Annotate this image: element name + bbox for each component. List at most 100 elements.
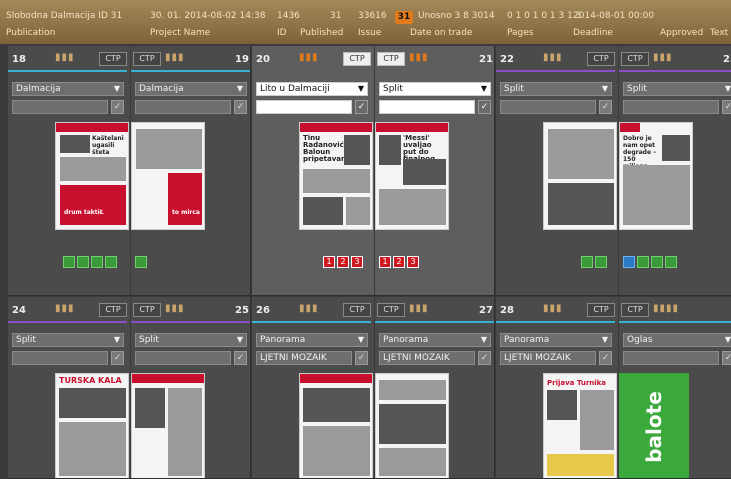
section-dropdown[interactable]: Split ▼ [623,82,731,96]
page-thumbnail[interactable]: Prijava Turnika [543,373,617,478]
spread-28-29[interactable]: 28 ▮▮▮ CTP Panorama ▼ LJETNI MOZAIK ✓ Pri… [496,297,731,479]
section-dropdown[interactable]: Split ▼ [12,333,124,347]
approve-checkbox[interactable]: ✓ [111,351,124,365]
dropdown-value: Panorama [383,335,429,345]
spread-20-21[interactable]: 20 ▮▮▮ CTP Lito u Dalmaciji ▼ ✓ Tinu Rada… [252,46,495,296]
spread-24-25[interactable]: 24 ▮▮▮ CTP Split ▼ ✓ TURSKA KALA CTP ▮▮▮ … [8,297,251,479]
page-slot-21[interactable]: CTP ▮▮▮ 21 Split ▼ ✓ 'Messi' uvaljao put … [374,46,494,295]
ctp-button[interactable]: CTP [99,52,127,66]
page-thumbnail[interactable] [375,373,449,478]
page-thumbnail[interactable] [299,373,373,478]
page-thumbnail[interactable]: 'Messi' uvaljao put do finalnog ogleda [375,122,449,230]
page-slot-20[interactable]: 20 ▮▮▮ CTP Lito u Dalmaciji ▼ ✓ Tinu Rada… [252,46,373,295]
subsection-field[interactable] [12,100,108,114]
page-version-3[interactable]: 3 [351,256,363,268]
page-slot-26[interactable]: 26 ▮▮▮ CTP Panorama ▼ LJETNI MOZAIK ✓ [252,297,373,478]
approve-checkbox[interactable]: ✓ [355,351,368,365]
ctp-button[interactable]: CTP [377,303,405,317]
page-version-2[interactable]: 2 [337,256,349,268]
page-version-1[interactable]: 1 [323,256,335,268]
chevron-down-icon: ▼ [601,335,608,344]
ctp-button[interactable]: CTP [99,303,127,317]
subsection-field[interactable] [256,100,352,114]
page-version-3[interactable]: 3 [407,256,419,268]
ctp-button[interactable]: CTP [133,303,161,317]
approve-checkbox[interactable]: ✓ [355,100,368,114]
spread-22-23[interactable]: 22 ▮▮▮ CTP Split ▼ ✓ CTP ▮▮▮ 23 Split ▼ ✓ [496,46,731,296]
section-dropdown[interactable]: Split ▼ [379,82,491,96]
spread-26-27[interactable]: 26 ▮▮▮ CTP Panorama ▼ LJETNI MOZAIK ✓ CTP… [252,297,495,479]
masthead [300,374,372,383]
chevron-down-icon: ▼ [480,84,487,93]
subsection-field[interactable] [623,351,719,365]
section-dropdown[interactable]: Lito u Dalmaciji ▼ [256,82,368,96]
section-dropdown[interactable]: Panorama ▼ [500,333,612,347]
section-dropdown[interactable]: Dalmacija ▼ [135,82,247,96]
approve-checkbox[interactable]: ✓ [722,351,731,365]
page-thumbnail[interactable]: to mirca [131,122,205,230]
approve-checkbox[interactable]: ✓ [234,351,247,365]
page-slot-22[interactable]: 22 ▮▮▮ CTP Split ▼ ✓ [496,46,617,295]
file-status-icons: ▮▮▮ [653,52,673,63]
subsection-field[interactable]: LJETNI MOZAIK [256,351,352,365]
page-slot-25[interactable]: CTP ▮▮▮ 25 Split ▼ ✓ [130,297,250,478]
approve-checkbox[interactable]: ✓ [599,100,612,114]
full-page-ad[interactable]: balote [619,373,689,478]
published-value: 31 [330,11,342,21]
approve-checkbox[interactable]: ✓ [478,351,491,365]
page-thumbnail[interactable] [543,122,617,230]
subsection-field[interactable] [12,351,108,365]
page-number: 21 [479,54,493,65]
subsection-field[interactable] [379,100,475,114]
spread-18-19[interactable]: 18 ▮▮▮ CTP Dalmacija ▼ ✓ Kaštelani ugasil… [8,46,251,296]
section-color-bar [131,321,250,323]
page-version-2[interactable]: 2 [393,256,405,268]
section-dropdown[interactable]: Oglas ▼ [623,333,731,347]
approve-checkbox[interactable]: ✓ [599,351,612,365]
page-thumbnail[interactable]: TURSKA KALA [55,373,129,478]
dropdown-value: Split [16,335,36,345]
section-dropdown[interactable]: Dalmacija ▼ [12,82,124,96]
file-status-icons: ▮▮▮ [55,303,75,314]
approve-checkbox[interactable]: ✓ [478,100,491,114]
ctp-button[interactable]: CTP [621,303,649,317]
subsection-field[interactable]: LJETNI MOZAIK [500,351,596,365]
dropdown-value: Split [383,84,403,94]
page-slot-28[interactable]: 28 ▮▮▮ CTP Panorama ▼ LJETNI MOZAIK ✓ Pri… [496,297,617,478]
ctp-button[interactable]: CTP [621,52,649,66]
subsection-field[interactable] [135,351,231,365]
ctp-button[interactable]: CTP [343,52,371,66]
page-slot-19[interactable]: CTP ▮▮▮ 19 Dalmacija ▼ ✓ to mirca [130,46,250,295]
dropdown-value: Dalmacija [16,84,61,94]
ctp-button[interactable]: CTP [133,52,161,66]
page-slot-23[interactable]: CTP ▮▮▮ 23 Split ▼ ✓ Dobro je nam opet de… [618,46,731,295]
subsection-field[interactable]: LJETNI MOZAIK [379,351,475,365]
page-slot-29[interactable]: CTP ▮▮▮▮ Oglas ▼ ✓ balote [618,297,731,478]
approve-checkbox[interactable]: ✓ [722,100,731,114]
section-dropdown[interactable]: Split ▼ [135,333,247,347]
section-dropdown[interactable]: Split ▼ [500,82,612,96]
page-slot-18[interactable]: 18 ▮▮▮ CTP Dalmacija ▼ ✓ Kaštelani ugasil… [8,46,129,295]
page-thumbnail[interactable]: Dobro je nam opet degrade – 150 miliona … [619,122,693,230]
page-thumbnail[interactable] [131,373,205,478]
text-block [379,380,446,400]
page-slot-27[interactable]: CTP ▮▮▮ 27 Panorama ▼ LJETNI MOZAIK ✓ [374,297,494,478]
subsection-field[interactable] [623,100,719,114]
approve-checkbox[interactable]: ✓ [111,100,124,114]
page-thumbnail[interactable]: Kaštelani ugasili šteta drum taktiŁ [55,122,129,230]
ctp-button[interactable]: CTP [343,303,371,317]
status-square [105,256,117,268]
section-dropdown[interactable]: Panorama ▼ [256,333,368,347]
ctp-button[interactable]: CTP [377,52,405,66]
text-block [303,426,370,476]
page-thumbnail[interactable]: Tinu Radanoviću Baloun pripetavanje [299,122,373,230]
photo-block [379,404,446,444]
page-slot-24[interactable]: 24 ▮▮▮ CTP Split ▼ ✓ TURSKA KALA [8,297,129,478]
ctp-button[interactable]: CTP [587,303,615,317]
section-dropdown[interactable]: Panorama ▼ [379,333,491,347]
subsection-field[interactable] [135,100,231,114]
approve-checkbox[interactable]: ✓ [234,100,247,114]
ctp-button[interactable]: CTP [587,52,615,66]
page-version-1[interactable]: 1 [379,256,391,268]
subsection-field[interactable] [500,100,596,114]
